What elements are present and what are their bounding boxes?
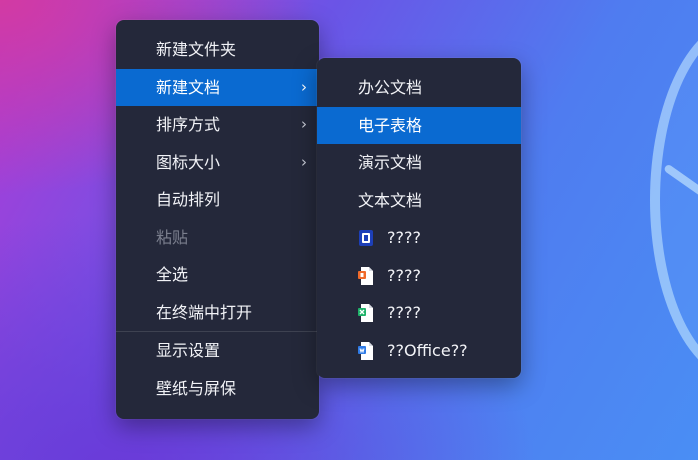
menu-item-label: 壁纸与屏保	[156, 378, 237, 398]
desktop-context-menu: 新建文件夹 新建文档 › 排序方式 › 图标大小 › 自动排列 粘贴 全选 在终…	[116, 20, 319, 419]
menu-item-label: 在终端中打开	[156, 302, 253, 322]
menu-item-select-all[interactable]: 全选	[116, 256, 319, 294]
menu-item-icon-size[interactable]: 图标大小 ›	[116, 144, 319, 182]
submenu-item-spreadsheet[interactable]: 电子表格	[317, 106, 521, 144]
submenu-item-label: 办公文档	[358, 78, 423, 97]
submenu-item-app-document[interactable]: ????	[317, 219, 521, 257]
submenu-item-office-document[interactable]: 办公文档	[317, 69, 521, 107]
chevron-right-icon: ›	[301, 152, 307, 171]
submenu-item-label: 演示文档	[358, 153, 423, 172]
submenu-item-presentation-file[interactable]: ????	[317, 257, 521, 295]
submenu-item-label: ????	[387, 265, 421, 285]
submenu-item-text-document[interactable]: 文本文档	[317, 182, 521, 220]
submenu-item-label: 文本文档	[358, 190, 423, 210]
submenu-item-label: ????	[387, 228, 421, 247]
chevron-right-icon: ›	[301, 77, 307, 96]
submenu-item-label: 电子表格	[358, 115, 423, 135]
orange-presentation-file-icon	[358, 266, 373, 285]
wallpaper-circle-shape	[650, 20, 698, 380]
menu-item-label: 自动排列	[156, 190, 221, 209]
blue-writer-file-icon	[358, 341, 373, 360]
blue-document-app-icon	[359, 230, 373, 246]
submenu-item-label: ??Office??	[387, 340, 468, 360]
submenu-item-spreadsheet-file[interactable]: ????	[317, 294, 521, 332]
menu-item-label: 粘贴	[156, 227, 189, 247]
menu-item-wallpaper-screensaver[interactable]: 壁纸与屏保	[116, 370, 319, 408]
menu-item-label: 图标大小	[156, 152, 221, 172]
menu-item-display-settings[interactable]: 显示设置	[116, 332, 319, 370]
menu-item-new-folder[interactable]: 新建文件夹	[116, 31, 319, 69]
menu-item-label: 全选	[156, 265, 189, 284]
menu-item-label: 排序方式	[156, 115, 221, 134]
menu-item-label: 新建文件夹	[156, 40, 237, 59]
chevron-right-icon: ›	[301, 115, 307, 133]
menu-item-open-in-terminal[interactable]: 在终端中打开	[116, 294, 319, 332]
desktop[interactable]: 新建文件夹 新建文档 › 排序方式 › 图标大小 › 自动排列 粘贴 全选 在终…	[0, 0, 698, 460]
submenu-item-presentation[interactable]: 演示文档	[317, 144, 521, 182]
menu-item-new-document[interactable]: 新建文档 ›	[116, 68, 319, 106]
submenu-item-writer-file[interactable]: ??Office??	[317, 332, 521, 370]
menu-item-paste: 粘贴	[116, 219, 319, 257]
submenu-item-label: ????	[387, 303, 421, 322]
menu-item-auto-arrange[interactable]: 自动排列	[116, 181, 319, 219]
menu-item-sort-by[interactable]: 排序方式 ›	[116, 106, 319, 144]
green-spreadsheet-file-icon	[358, 304, 373, 322]
menu-item-label: 新建文档	[156, 77, 221, 97]
menu-item-label: 显示设置	[156, 341, 221, 360]
new-document-submenu: 办公文档 电子表格 演示文档 文本文档 ???? ???? ???? ??Off…	[317, 58, 521, 378]
